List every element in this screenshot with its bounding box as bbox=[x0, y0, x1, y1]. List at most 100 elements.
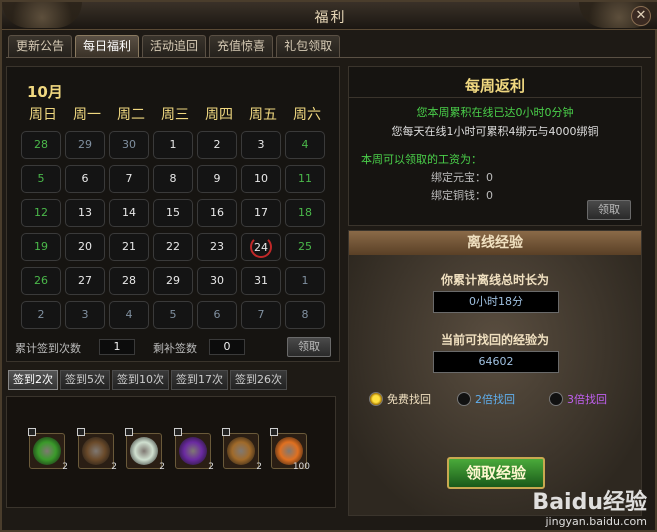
weekly-rule: 您每天在线1小时可累积4绑元与4000绑铜 bbox=[391, 125, 599, 138]
calendar-day[interactable]: 1 bbox=[153, 131, 193, 159]
day-number: 13 bbox=[78, 206, 92, 219]
weekday-label: 周一 bbox=[73, 107, 101, 123]
recovery-option-label: 免费找回 bbox=[387, 393, 431, 406]
calendar-claim-button[interactable]: 领取 bbox=[287, 337, 331, 357]
recovery-option-1[interactable]: 2倍找回 bbox=[457, 391, 515, 407]
weekly-rebate-panel: 每周返利 您本周累积在线已达0小时0分钟 您每天在线1小时可累积4绑元与4000… bbox=[348, 66, 642, 226]
calendar-day[interactable]: 28 bbox=[21, 131, 61, 159]
calendar-day[interactable]: 23 bbox=[197, 233, 237, 261]
calendar-day[interactable]: 19 bbox=[21, 233, 61, 261]
tab-1[interactable]: 每日福利 bbox=[75, 35, 140, 57]
calendar-day[interactable]: 17 bbox=[241, 199, 281, 227]
day-number: 19 bbox=[34, 240, 48, 253]
tab-0[interactable]: 更新公告 bbox=[8, 35, 73, 57]
calendar-day[interactable]: 8 bbox=[285, 301, 325, 329]
signin-tab-0[interactable]: 签到2次 bbox=[8, 370, 58, 390]
calendar-day[interactable]: 2 bbox=[197, 131, 237, 159]
reward-panel: 2 2 2 2 2 100 bbox=[6, 396, 336, 508]
tab-3[interactable]: 充值惊喜 bbox=[209, 35, 274, 57]
bound-copper: 绑定铜钱：0 bbox=[431, 189, 493, 202]
signin-tab-2[interactable]: 签到10次 bbox=[112, 370, 169, 390]
reward-slot[interactable]: 2 bbox=[222, 428, 262, 472]
makeup-label: 剩补签数 bbox=[153, 342, 197, 355]
radio-icon[interactable] bbox=[369, 392, 383, 406]
calendar-day[interactable]: 11 bbox=[285, 165, 325, 193]
day-number: 10 bbox=[254, 172, 268, 185]
calendar-day[interactable]: 21 bbox=[109, 233, 149, 261]
calendar-day[interactable]: 29 bbox=[153, 267, 193, 295]
tab-2[interactable]: 活动追回 bbox=[142, 35, 207, 57]
day-number: 4 bbox=[125, 308, 133, 321]
day-number: 26 bbox=[34, 274, 48, 287]
close-icon[interactable]: ✕ bbox=[631, 6, 651, 26]
calendar-day[interactable]: 28 bbox=[109, 267, 149, 295]
calendar-day[interactable]: 12 bbox=[21, 199, 61, 227]
reward-count: 2 bbox=[159, 462, 165, 472]
radio-icon[interactable] bbox=[457, 392, 471, 406]
calendar-day[interactable]: 30 bbox=[109, 131, 149, 159]
calendar-day[interactable]: 15 bbox=[153, 199, 193, 227]
recovery-option-2[interactable]: 3倍找回 bbox=[549, 391, 607, 407]
calendar-day-today[interactable]: 24 bbox=[241, 233, 281, 261]
calendar-day[interactable]: 4 bbox=[285, 131, 325, 159]
reward-count: 2 bbox=[256, 462, 262, 472]
radio-icon[interactable] bbox=[549, 392, 563, 406]
calendar-day[interactable]: 7 bbox=[241, 301, 281, 329]
calendar-day[interactable]: 16 bbox=[197, 199, 237, 227]
day-number: 25 bbox=[298, 240, 312, 253]
reward-slot[interactable]: 2 bbox=[77, 428, 117, 472]
day-number: 14 bbox=[122, 206, 136, 219]
reward-slot[interactable]: 2 bbox=[28, 428, 68, 472]
calendar-day[interactable]: 6 bbox=[65, 165, 105, 193]
calendar-day[interactable]: 2 bbox=[21, 301, 61, 329]
calendar-day[interactable]: 3 bbox=[65, 301, 105, 329]
day-number: 3 bbox=[81, 308, 89, 321]
calendar-day[interactable]: 22 bbox=[153, 233, 193, 261]
weekly-claim-button[interactable]: 领取 bbox=[587, 200, 631, 220]
day-number: 27 bbox=[78, 274, 92, 287]
calendar-day[interactable]: 18 bbox=[285, 199, 325, 227]
calendar-day[interactable]: 27 bbox=[65, 267, 105, 295]
offline-title: 离线经验 bbox=[349, 231, 641, 255]
tab-divider bbox=[6, 57, 651, 58]
day-number: 29 bbox=[78, 138, 92, 151]
calendar-day[interactable]: 25 bbox=[285, 233, 325, 261]
calendar-day[interactable]: 1 bbox=[285, 267, 325, 295]
calendar-day[interactable]: 7 bbox=[109, 165, 149, 193]
reward-slot[interactable]: 100 bbox=[270, 428, 310, 472]
title-bar: 福利 ✕ bbox=[2, 2, 657, 30]
calendar-day[interactable]: 5 bbox=[21, 165, 61, 193]
day-number: 30 bbox=[122, 138, 136, 151]
calendar-footer: 累计签到次数 1 剩补签数 0 领取 bbox=[15, 337, 335, 359]
bind-tag-icon bbox=[222, 428, 230, 436]
calendar-day[interactable]: 29 bbox=[65, 131, 105, 159]
calendar-day[interactable]: 30 bbox=[197, 267, 237, 295]
calendar-day[interactable]: 3 bbox=[241, 131, 281, 159]
calendar-day[interactable]: 26 bbox=[21, 267, 61, 295]
signin-tab-1[interactable]: 签到5次 bbox=[60, 370, 110, 390]
calendar-day[interactable]: 9 bbox=[197, 165, 237, 193]
calendar-day[interactable]: 31 bbox=[241, 267, 281, 295]
reward-count: 2 bbox=[208, 462, 214, 472]
total-signin-value: 1 bbox=[99, 339, 135, 355]
calendar-month: 10月 bbox=[27, 83, 63, 101]
main-tabs: 更新公告 每日福利 活动追回 充值惊喜 礼包领取 bbox=[8, 35, 341, 57]
calendar-day[interactable]: 4 bbox=[109, 301, 149, 329]
tab-4[interactable]: 礼包领取 bbox=[276, 35, 341, 57]
watermark: Baidu经验 jingyan.baidu.com bbox=[532, 491, 647, 529]
recovery-option-0[interactable]: 免费找回 bbox=[369, 391, 431, 407]
calendar-day[interactable]: 20 bbox=[65, 233, 105, 261]
calendar-day[interactable]: 10 bbox=[241, 165, 281, 193]
signin-tab-4[interactable]: 签到26次 bbox=[230, 370, 287, 390]
collect-exp-button[interactable]: 领取经验 bbox=[447, 457, 545, 489]
reward-slot[interactable]: 2 bbox=[174, 428, 214, 472]
calendar-day[interactable]: 8 bbox=[153, 165, 193, 193]
signin-tab-3[interactable]: 签到17次 bbox=[171, 370, 228, 390]
reward-slot[interactable]: 2 bbox=[125, 428, 165, 472]
offline-time-value: 0小时18分 bbox=[433, 291, 559, 313]
calendar-day[interactable]: 6 bbox=[197, 301, 237, 329]
calendar-day[interactable]: 14 bbox=[109, 199, 149, 227]
day-number: 17 bbox=[254, 206, 268, 219]
calendar-day[interactable]: 5 bbox=[153, 301, 193, 329]
calendar-day[interactable]: 13 bbox=[65, 199, 105, 227]
